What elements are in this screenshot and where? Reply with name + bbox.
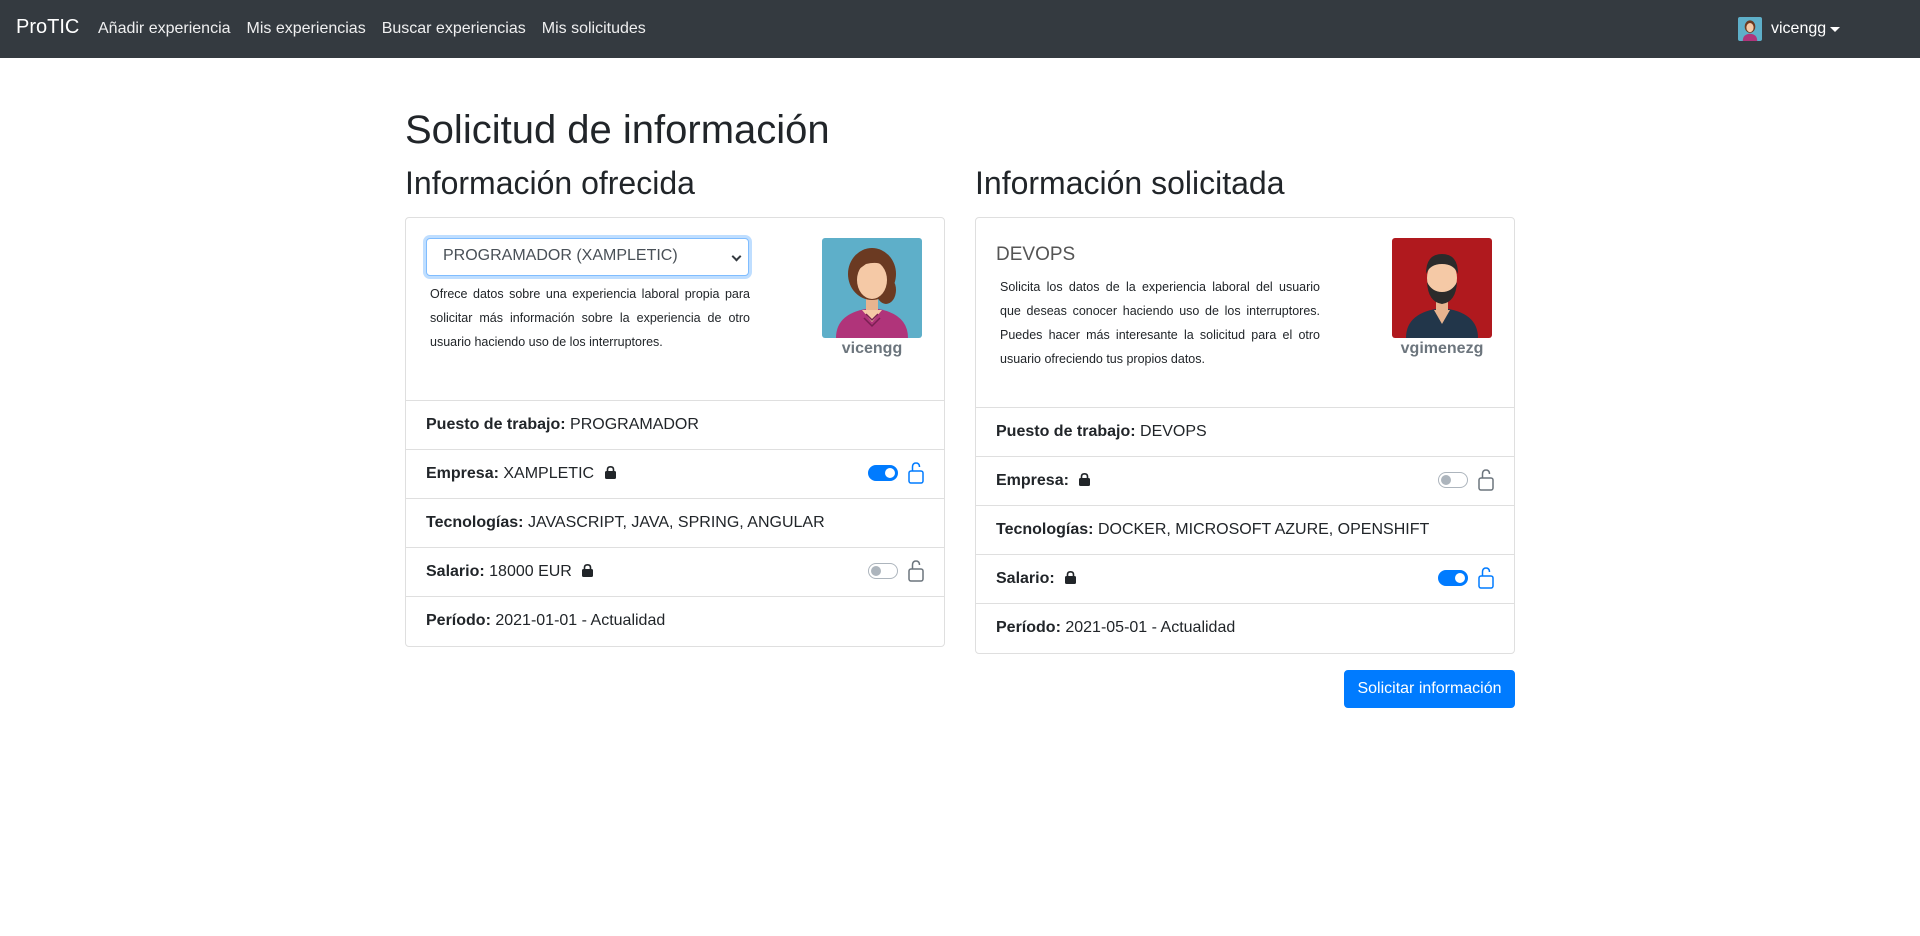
page-title: Solicitud de información <box>405 108 830 152</box>
lock-icon <box>582 564 594 577</box>
toggle-knob <box>1441 475 1451 485</box>
lock-icon <box>1079 473 1091 486</box>
field-label: Puesto de trabajo: <box>426 416 566 433</box>
field-value: 2021-01-01 - Actualidad <box>495 612 666 629</box>
field-value: XAMPLETIC <box>503 465 595 482</box>
offered-user-name: vicengg <box>841 340 903 357</box>
field-row-salario: Salario: <box>976 555 1514 604</box>
field-label: Salario: <box>426 563 485 580</box>
field-label: Tecnologías: <box>996 521 1094 538</box>
nav-link-my-requests[interactable]: Mis solicitudes <box>542 20 646 38</box>
field-value: 18000 EUR <box>489 563 572 580</box>
nav-link-add-experience[interactable]: Añadir experiencia <box>98 20 231 38</box>
offered-description: Ofrece datos sobre una experiencia labor… <box>430 287 750 349</box>
user-avatar-icon <box>1738 17 1762 41</box>
field-label: Puesto de trabajo: <box>996 423 1136 440</box>
lock-icon <box>604 466 616 479</box>
chevron-down-icon <box>731 251 742 262</box>
female-avatar-icon <box>822 238 922 338</box>
field-label: Período: <box>996 619 1061 636</box>
offered-info-card: PROGRAMADOR (XAMPLETIC) Ofrece datos sob… <box>405 217 945 647</box>
field-row-periodo: Período: 2021-05-01 - Actualidad <box>976 604 1514 653</box>
unlock-icon <box>908 560 924 582</box>
requested-info-card: DEVOPS Solicita los datos de la experien… <box>975 217 1515 654</box>
field-label: Tecnologías: <box>426 514 524 531</box>
nav-links: Añadir experiencia Mis experiencias Busc… <box>98 20 662 38</box>
toggle-knob <box>885 468 895 478</box>
experience-select-value: PROGRAMADOR (XAMPLETIC) <box>443 247 678 264</box>
field-row-periodo: Período: 2021-01-01 - Actualidad <box>406 597 944 646</box>
toggle-knob <box>871 566 881 576</box>
field-row-tecnologias: Tecnologías: DOCKER, MICROSOFT AZURE, OP… <box>976 506 1514 555</box>
requested-experience-title: DEVOPS <box>996 244 1076 265</box>
empresa-controls <box>1438 469 1494 491</box>
unlock-icon <box>908 462 924 484</box>
empresa-toggle-switch[interactable] <box>868 465 898 481</box>
chevron-down-icon <box>1830 26 1841 32</box>
requested-info-title: Información solicitada <box>975 165 1285 201</box>
field-row-empresa: Empresa: XAMPLETIC <box>406 450 944 499</box>
salario-toggle-switch[interactable] <box>1438 570 1468 586</box>
field-value: DOCKER, MICROSOFT AZURE, OPENSHIFT <box>1097 521 1430 538</box>
offered-info-title: Información ofrecida <box>405 165 695 201</box>
field-label: Empresa: <box>996 472 1069 489</box>
empresa-controls <box>868 462 924 484</box>
lock-icon <box>1065 571 1077 584</box>
salario-controls <box>1438 567 1494 589</box>
toggle-knob <box>1455 573 1465 583</box>
requested-card-header: DEVOPS Solicita los datos de la experien… <box>976 218 1514 408</box>
unlock-icon <box>1478 469 1494 491</box>
field-value: PROGRAMADOR <box>570 416 699 433</box>
field-value: 2021-05-01 - Actualidad <box>1065 619 1236 636</box>
field-row-salario: Salario: 18000 EUR <box>406 548 944 597</box>
offered-card-header: PROGRAMADOR (XAMPLETIC) Ofrece datos sob… <box>406 218 944 401</box>
requested-user-name: vgimenezg <box>1400 340 1484 357</box>
user-name: vicengg <box>1771 20 1827 37</box>
field-row-empresa: Empresa: <box>976 457 1514 506</box>
nav-link-search-experiences[interactable]: Buscar experiencias <box>382 20 526 38</box>
field-row-puesto: Puesto de trabajo: DEVOPS <box>976 408 1514 457</box>
field-label: Empresa: <box>426 465 499 482</box>
unlock-icon <box>1478 567 1494 589</box>
field-row-puesto: Puesto de trabajo: PROGRAMADOR <box>406 401 944 450</box>
salario-controls <box>868 560 924 582</box>
user-menu-dropdown[interactable]: vicengg <box>1738 17 1841 41</box>
male-avatar-icon <box>1392 238 1492 338</box>
empresa-toggle-switch[interactable] <box>1438 472 1468 488</box>
field-label: Salario: <box>996 570 1055 587</box>
nav-link-my-experiences[interactable]: Mis experiencias <box>247 20 366 38</box>
top-navbar: ProTIC Añadir experiencia Mis experienci… <box>0 0 1920 58</box>
brand-link[interactable]: ProTIC <box>16 16 79 39</box>
requested-description: Solicita los datos de la experiencia lab… <box>1000 280 1320 366</box>
request-info-button[interactable]: Solicitar información <box>1344 670 1515 708</box>
salario-toggle-switch[interactable] <box>868 563 898 579</box>
field-value: DEVOPS <box>1140 423 1207 440</box>
field-value: JAVASCRIPT, JAVA, SPRING, ANGULAR <box>527 514 825 531</box>
experience-select[interactable]: PROGRAMADOR (XAMPLETIC) <box>426 238 749 276</box>
field-label: Período: <box>426 612 491 629</box>
field-row-tecnologias: Tecnologías: JAVASCRIPT, JAVA, SPRING, A… <box>406 499 944 548</box>
